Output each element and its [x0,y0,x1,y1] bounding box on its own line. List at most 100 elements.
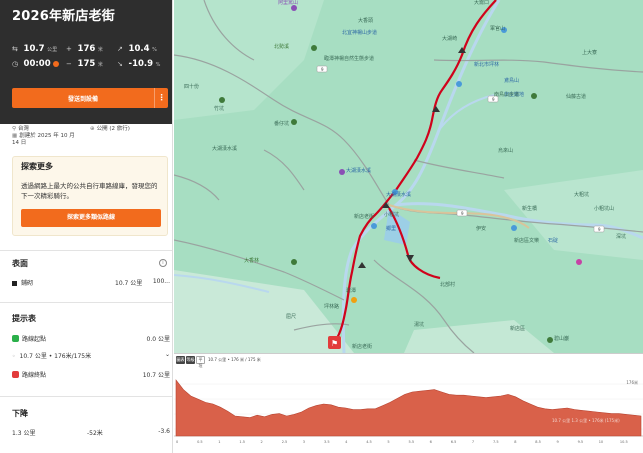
elevation-x-tick: 2.5 [282,440,288,444]
elevation-x-tick: 0.5 [197,440,203,444]
explore-heading: 探索更多 [21,162,53,171]
cue-end-row[interactable]: 路線終點 10.7 公里 [12,370,170,380]
map-place-label[interactable]: 坪林路 [324,303,339,310]
distance-stat: ⇆ 10.7 公里 [12,44,58,54]
plus-icon: + [66,45,72,53]
elevation-x-tick: 9 [557,440,559,444]
map-place-label[interactable]: 大粗坑 [574,191,589,198]
calendar-icon: ▦ [12,133,18,139]
surface-swatch [12,281,17,286]
elevation-profile-area[interactable] [175,379,642,437]
elevation-x-tick: 8.5 [535,440,541,444]
map-place-label[interactable]: 鄉里 [386,225,396,232]
elevation-panel[interactable]: 圖表 等級 平坦 10.7 公里 • 176 米 / 175 米 0 0.5 1 1.… [174,353,643,453]
surface-heading: 表面 [12,259,28,268]
map-place-label[interactable]: 深坑 [616,233,626,240]
map-place-label[interactable]: 竹坑 [214,105,224,112]
surface-row: 鋪砌 10.7 公里 100... [12,278,170,288]
map-place-label[interactable]: 新北市坪林 [474,61,499,68]
map-place-label[interactable]: 新店區 [510,325,525,332]
map-place-label[interactable]: 石碇 [548,237,558,244]
map-place-label[interactable]: 碧山巖 [554,335,569,342]
chevron-down-icon[interactable]: ⌄ [165,351,170,358]
map-place-label[interactable]: 烏來山 [498,147,513,154]
distance-icon: ⇆ [12,45,18,53]
elevation-x-tick: 9.5 [578,440,584,444]
elevation-x-tick: 0 [176,440,178,444]
elevation-x-tick: 10.5 [620,440,628,444]
map-place-label[interactable]: 碧潭 [346,287,356,294]
map-place-label[interactable]: 伊安 [476,225,486,232]
map-place-label[interactable]: 番仔坑 [274,120,289,127]
elevation-x-tick: 3 [303,440,305,444]
elevation-gain-stat: + 176 米 [66,44,103,54]
arrow-up-right-icon: ↗ [117,45,123,53]
elevation-hover-info: 10.7 公里 1.3 公里 • 176米 (175米) [552,417,620,423]
divider [0,250,172,251]
elevation-x-tick: 2 [261,440,263,444]
cue-start-row[interactable]: 路線起點 0.0 公里 [12,334,170,344]
map-place-label[interactable]: 小粗坑 [384,211,399,218]
explore-similar-routes-button[interactable]: 探索更多類似路線 [21,209,161,227]
premium-badge-icon[interactable] [52,60,59,67]
map-place-label[interactable]: 上大寮 [582,49,597,56]
map-place-label[interactable]: 大湖漢水溪 [346,167,371,174]
elevation-x-tick: 3.5 [324,440,330,444]
map-place-label[interactable]: 仙藤古道 [566,93,586,100]
arrow-down-right-icon: ↘ [117,60,123,68]
app-root: 2026年新店老街 ⇆ 10.7 公里 + 176 米 ↗ 10.4 % ◷ 0… [0,0,643,453]
send-to-device-button[interactable]: 發送到設備 ⋮ [12,88,168,108]
more-options-icon[interactable]: ⋮ [154,88,168,108]
map-place-label[interactable]: 大湖崎 [442,35,457,42]
map-place-label[interactable]: 南鳥山步道 [494,91,519,98]
start-flag-icon [12,335,19,342]
map-place-label[interactable]: 大湖漢水溪 [212,145,237,152]
map-place-label[interactable]: 北宜神楊山步道 [342,29,377,36]
map-place-label[interactable]: 新生橋 [522,205,537,212]
page-title: 2026年新店老街 [12,9,115,24]
map-place-label[interactable]: 湯坑 [414,321,424,328]
route-map[interactable]: ⚑ 大崙口 阿里罵山 大湖崎 大香頭 北宜神楊山步道 臨潭神楊自然生態步道 北勢溪 新北市坪林… [174,0,643,353]
map-place-label[interactable]: 四十份 [184,83,199,90]
map-place-label[interactable]: 大湖漢水溪 [386,191,411,198]
bullet-icon: ◦ [12,353,16,360]
sidebar: 2026年新店老街 ⇆ 10.7 公里 + 176 米 ↗ 10.4 % ◷ 0… [0,0,173,453]
minus-icon: − [66,60,72,68]
elevation-x-tick: 1 [218,440,220,444]
map-place-label[interactable]: 新店老街 [352,343,372,350]
map-place-label[interactable]: 北勢溪 [274,43,289,50]
elevation-x-tick: 5.5 [409,440,415,444]
map-place-label[interactable]: 鳶鳥山 [504,77,519,84]
elevation-x-tick: 8 [514,440,516,444]
map-place-label[interactable]: 屈尺 [286,314,296,320]
map-place-label[interactable]: 大香林 [244,257,259,264]
clock-icon: ◷ [12,60,19,68]
map-place-label[interactable]: 新店老街 [354,213,374,220]
route-meta: ⚲ 台灣 ⊕ 公開 (2 旅行) ▦ 創建於 2025 年 10 月 14 日 [12,126,130,146]
cue-sheet-heading: 提示表 [12,314,36,323]
info-icon[interactable]: i [159,259,167,267]
map-place-label[interactable]: 大香頭 [358,17,373,24]
elevation-x-tick: 6 [430,440,432,444]
map-place-label[interactable]: 臨潭神楊自然生態步道 [324,55,374,62]
map-place-label[interactable]: 大崙口 [474,0,489,6]
end-flag-icon [12,371,19,378]
map-canvas[interactable]: ⚑ 大崙口 阿里罵山大湖崎 大香頭北宜神楊山步道臨潭神楊自然生態步道 北勢溪新北市坪林… [174,0,643,353]
map-place-label[interactable]: 小粗坑山 [594,205,614,212]
map-place-label[interactable]: 新店區文樂 [514,237,539,244]
map-place-label[interactable]: 軍官山 [490,25,505,32]
explore-more-card: 探索更多 透過網路上最大的公共自行車路線庫，發現您的下一次精彩騎行。 探索更多類… [12,156,168,236]
descent-row[interactable]: 1.3 公里 -52米 -3.6 [12,428,170,438]
elevation-max-label: 176米 [626,379,638,385]
divider [0,302,172,303]
map-place-label[interactable]: 阿里罵山 [278,0,298,6]
route-header: 2026年新店老街 ⇆ 10.7 公里 + 176 米 ↗ 10.4 % ◷ 0… [0,0,172,124]
divider [0,396,172,397]
cue-segment-row[interactable]: ◦ 10.7 公里 • 176米/175米 ⌄ [12,351,170,361]
map-place-label[interactable]: 北部村 [440,281,455,288]
elevation-chart[interactable]: 0 0.5 1 1.5 2 2.5 3 3.5 4 4.5 5 5.5 6 6.5 7 7.5 8 8.5 9 9.5… [174,354,643,453]
elevation-x-tick: 5 [387,440,389,444]
elevation-x-tick: 7 [472,440,474,444]
elevation-x-tick: 6.5 [451,440,457,444]
explore-description: 透過網路上最大的公共自行車路線庫，發現您的下一次精彩騎行。 [21,182,158,200]
